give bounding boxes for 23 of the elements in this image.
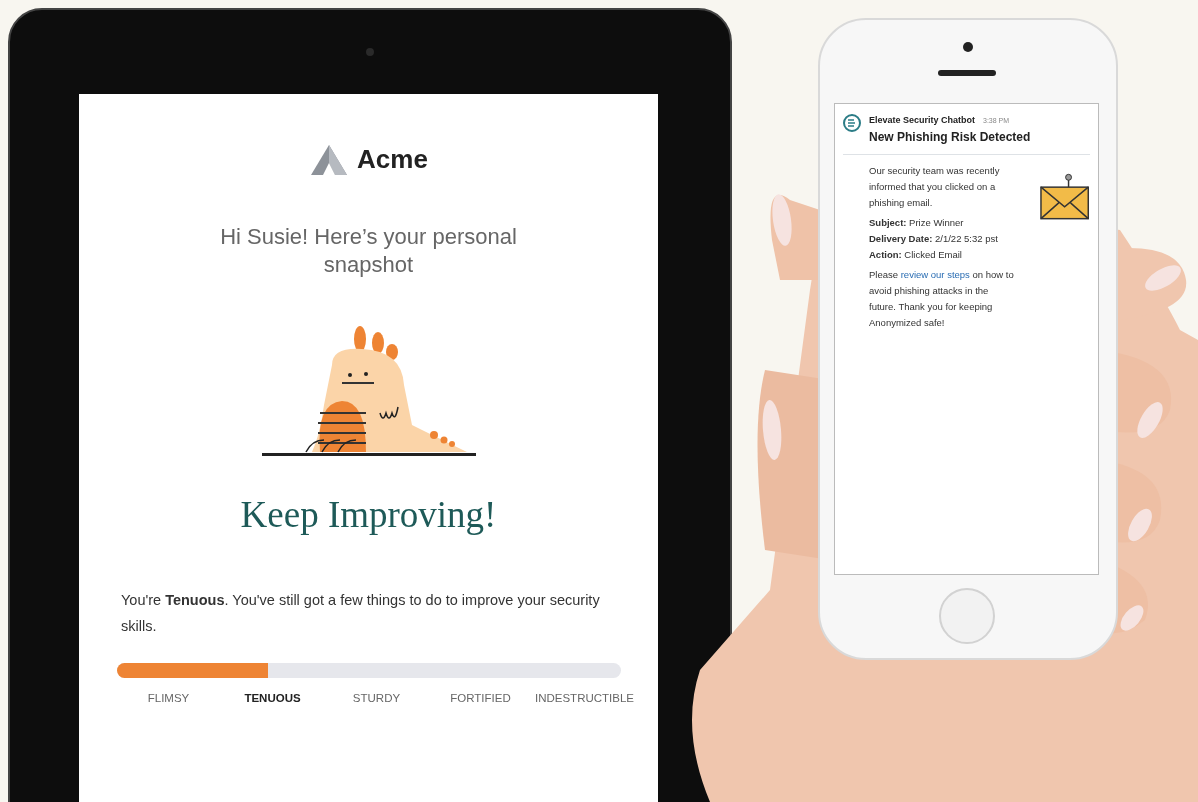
review-steps-link[interactable]: review our steps [900,268,970,280]
level-label: FORTIFIED [449,690,512,706]
home-button[interactable] [939,588,995,644]
camera-icon [963,42,973,52]
detail-text: Delivery Date: 2/1/22 5:32 pst [869,231,999,246]
detail-text: Action: Clicked Email [869,247,963,262]
speaker-icon [938,70,996,76]
message-title: New Phishing Risk Detected [869,128,1031,146]
intro-text: Our security team was recently informed that you clicked on a phishing email. [869,163,1001,210]
closing-text: Please review our steps on how to avoid phishing attacks in the future. Thank you for keeping Anonymized safe! [869,267,1015,330]
camera-icon [366,48,374,56]
headline-text: Keep Improving! [240,493,497,537]
level-label: FLIMSY [146,690,191,706]
summary-text: You're Tenuous. You've still got a few things to do to improve your security skills. [120,590,601,636]
envelope-icon [1038,172,1090,221]
brand-name: Acme [357,143,428,176]
greeting-text: Hi Susie! Here’s your personal snapshot [219,223,518,279]
level-label: STURDY [351,690,402,706]
bot-avatar-icon [843,114,861,132]
level-label: INDESTRUCTIBLE [533,690,635,706]
level-label: TENUOUS [243,690,302,706]
detail-text: Subject: Prize Winner [869,215,965,230]
sender-name: Elevate Security Chatbot [869,114,976,127]
